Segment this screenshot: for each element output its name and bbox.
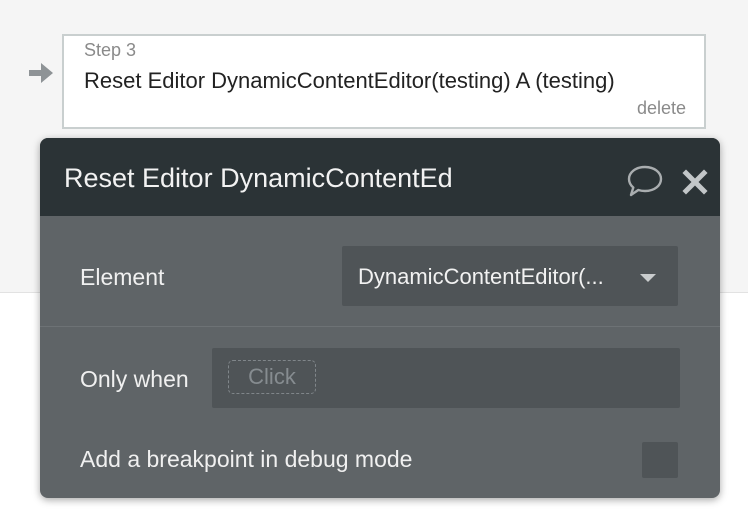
step-card[interactable]: Step 3 Reset Editor DynamicContentEditor…: [62, 34, 706, 129]
breakpoint-label: Add a breakpoint in debug mode: [80, 446, 413, 472]
delete-step-link[interactable]: delete: [637, 98, 686, 119]
element-dropdown[interactable]: DynamicContentEditor(...: [342, 246, 678, 306]
step-title: Reset Editor DynamicContentEditor(testin…: [84, 68, 615, 93]
element-label: Element: [80, 264, 165, 290]
click-placeholder[interactable]: Click: [228, 360, 316, 394]
section-divider: [40, 326, 720, 327]
only-when-condition-field[interactable]: Click: [212, 348, 680, 408]
speech-bubble-icon[interactable]: [626, 164, 664, 198]
breakpoint-checkbox[interactable]: [642, 442, 678, 478]
element-dropdown-value: DynamicContentEditor(...: [358, 264, 604, 289]
panel-header: Reset Editor DynamicContentEd: [40, 138, 720, 216]
arrow-right-icon: [29, 63, 53, 83]
step-number-label: Step 3: [84, 40, 137, 60]
close-x-icon[interactable]: [682, 169, 708, 195]
action-property-editor: Reset Editor DynamicContentEd Element Dy…: [40, 138, 720, 498]
only-when-label: Only when: [80, 366, 189, 392]
panel-title: Reset Editor DynamicContentEd: [64, 163, 453, 193]
caret-down-icon: [640, 274, 656, 282]
